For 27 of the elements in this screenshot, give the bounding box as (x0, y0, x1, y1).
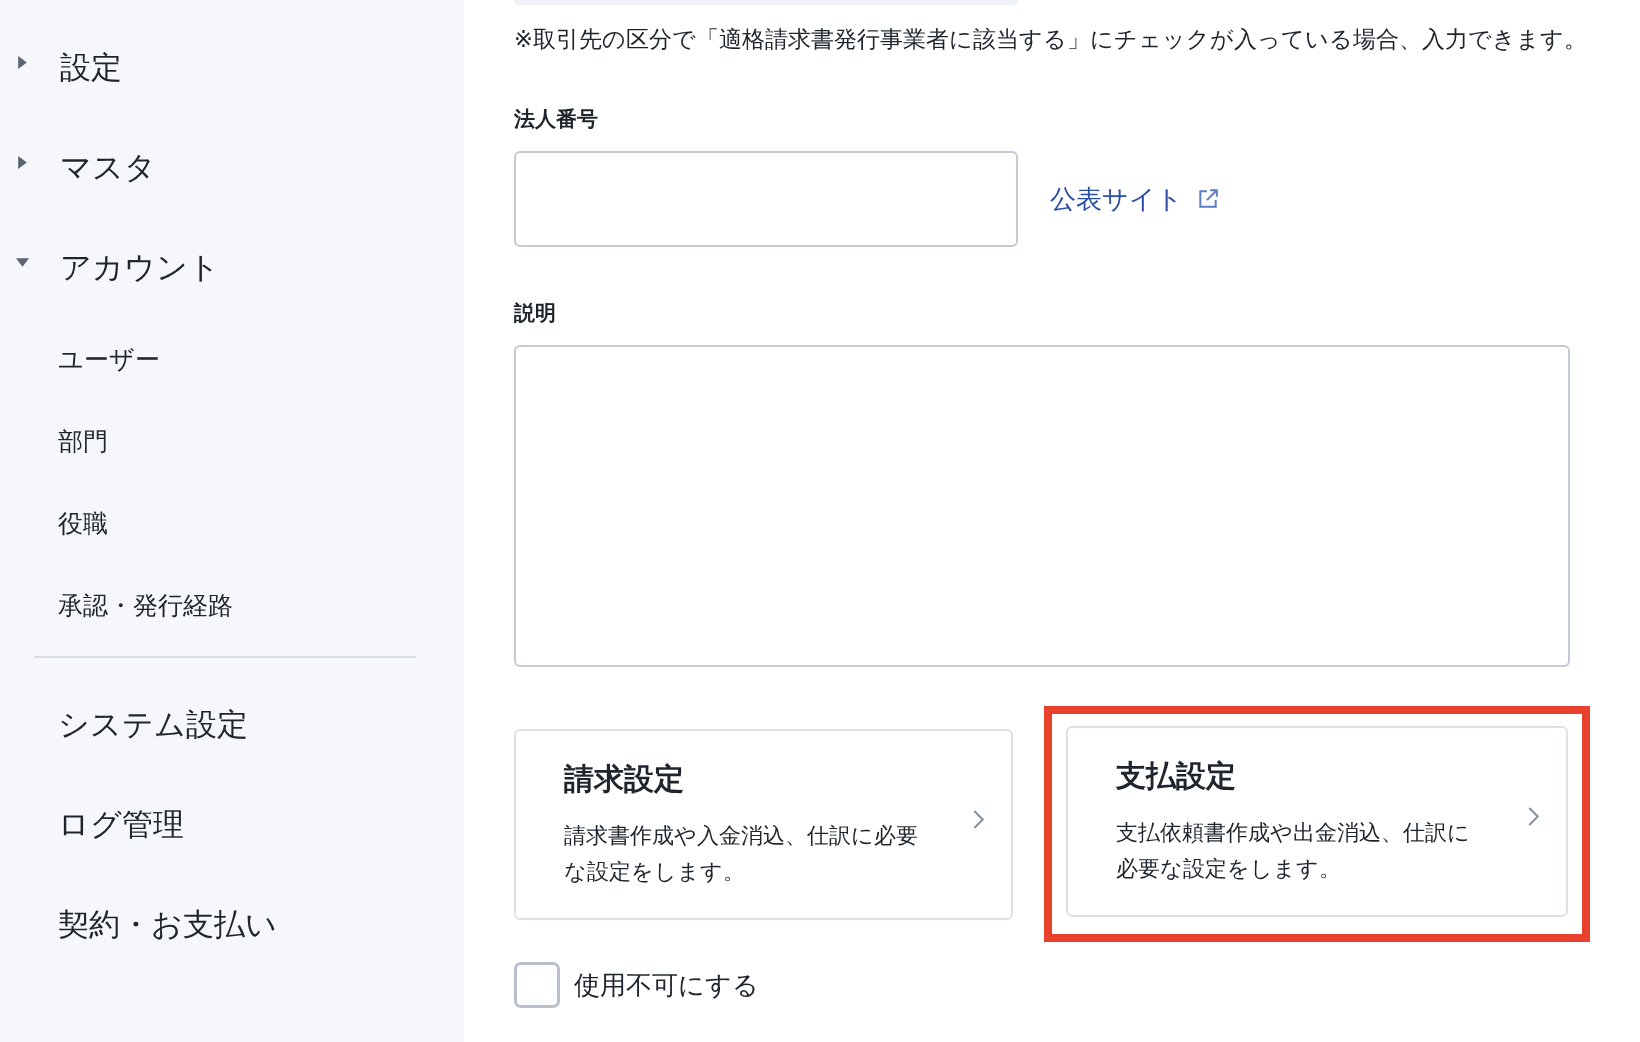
card-description: 請求書作成や入金消込、仕訳に必要な設定をします。 (564, 821, 919, 886)
nav-item[interactable]: ログ管理 (58, 804, 184, 846)
settings-card[interactable]: 支払設定 支払依頼書作成や出金消込、仕訳に必要な設定をします。 (1066, 726, 1568, 917)
nav-item[interactable]: 役職 (58, 506, 108, 540)
chevron-right-icon (1527, 806, 1540, 827)
nav-item[interactable]: システム設定 (58, 704, 248, 746)
field-label: 法人番号 (514, 106, 599, 133)
nav-item[interactable]: 承認・発行経路 (58, 588, 233, 622)
nav-group[interactable]: 設定 (0, 18, 464, 118)
nav-item[interactable]: ユーザー (58, 342, 160, 376)
description-field[interactable] (514, 345, 1570, 667)
nav-item[interactable]: 契約・お支払い (58, 904, 277, 946)
settings-card[interactable]: 請求設定 請求書作成や入金消込、仕訳に必要な設定をします。 (514, 728, 1013, 920)
field-label: 説明 (514, 300, 557, 327)
nav-group[interactable]: アカウント (0, 218, 464, 318)
nav-item[interactable]: 部門 (58, 424, 108, 458)
nav-group[interactable]: マスタ (0, 118, 464, 218)
public-site-link[interactable]: 公表サイト (1050, 181, 1183, 217)
notice-text: ※取引先の区分で「適格請求書発行事業者に該当する」にチェックが入っている場合、入力できます。 (514, 27, 1588, 51)
corporate-number-field[interactable] (514, 151, 1018, 247)
chevron-right-icon (972, 808, 985, 830)
card-title: 請求設定 (564, 759, 685, 798)
card-description: 支払依頼書作成や出金消込、仕訳に必要な設定をします。 (1116, 819, 1471, 883)
checkbox[interactable] (514, 962, 560, 1008)
card-title: 支払設定 (1116, 757, 1237, 795)
checkbox-label[interactable]: 使用不可にする (574, 967, 759, 1003)
external-link-icon (1197, 188, 1219, 210)
